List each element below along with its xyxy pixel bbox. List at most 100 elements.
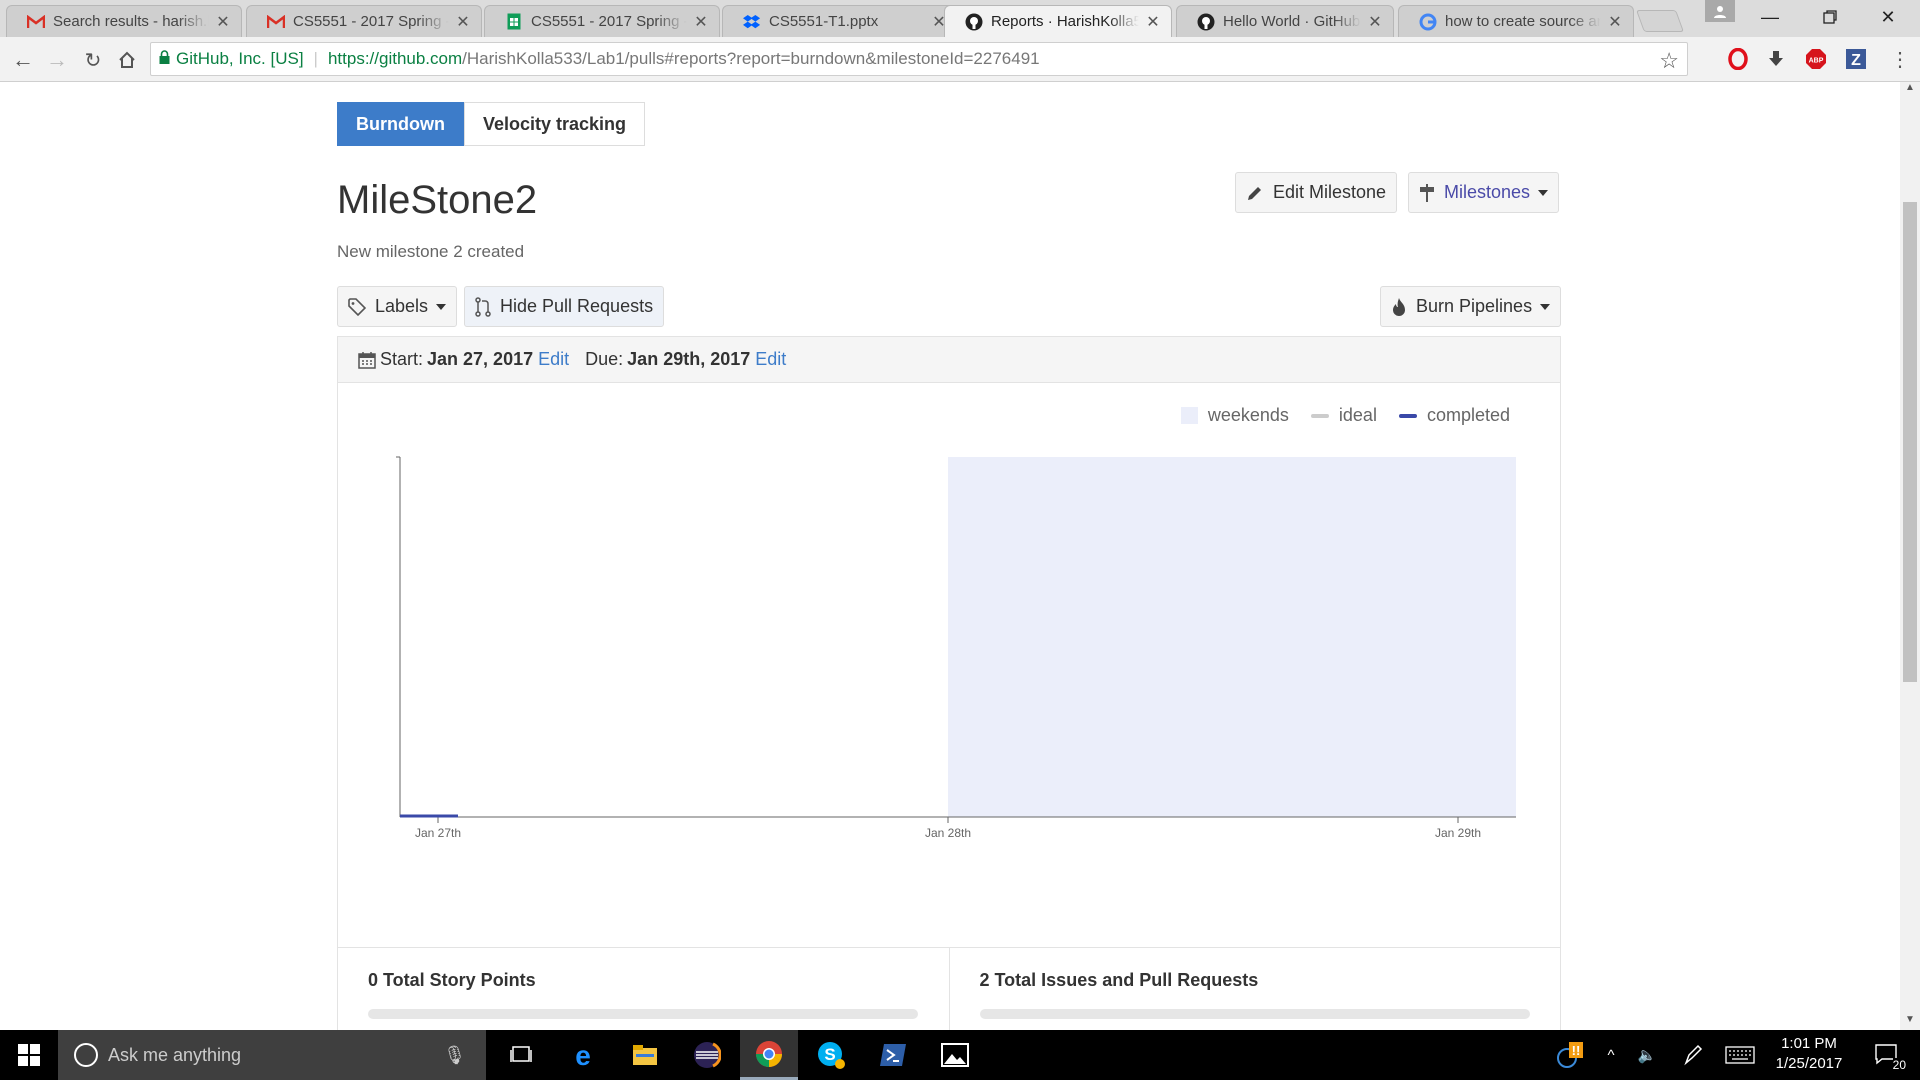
windows-taskbar: Ask me anything 🎙 e S !! ^ 🔈 1:01 PM 1/2… (0, 1030, 1920, 1080)
tab-title: Reports · HarishKolla53 (991, 13, 1139, 30)
burn-pipelines-label: Burn Pipelines (1416, 296, 1533, 316)
close-icon[interactable]: ✕ (1145, 12, 1161, 32)
photos-icon[interactable] (926, 1030, 984, 1080)
windows-start-icon[interactable] (0, 1030, 58, 1080)
zotero-icon[interactable]: Z (1842, 45, 1870, 73)
story-points-bar (368, 1009, 918, 1019)
tab-title: CS5551 - 2017 Spring - (531, 13, 687, 30)
browser-tab[interactable]: CS5551 - 2017 Spring - ✕ (484, 5, 720, 37)
browser-tab[interactable]: CS5551-T1.pptx ✕ (722, 5, 958, 37)
browser-toolbar: ← → ↻ GitHub, Inc. [US] | https://github… (0, 37, 1920, 82)
volume-icon[interactable]: 🔈 (1632, 1030, 1662, 1080)
edit-milestone-button[interactable]: Edit Milestone (1235, 172, 1398, 213)
action-center-icon[interactable]: 20 (1862, 1030, 1912, 1080)
home-icon[interactable] (110, 43, 144, 77)
story-points-total: 0 Total Story Points (368, 970, 536, 990)
skype-icon[interactable]: S (802, 1030, 860, 1080)
menu-icon[interactable]: ⋮ (1886, 45, 1914, 73)
tag-icon (348, 297, 366, 316)
powershell-icon[interactable] (864, 1030, 922, 1080)
edit-milestone-label: Edit Milestone (1273, 182, 1387, 202)
sheets-icon (505, 13, 523, 31)
url-host: https://github.com (327, 49, 463, 68)
reload-icon[interactable]: ↻ (76, 43, 110, 77)
profile-icon[interactable] (1705, 0, 1735, 22)
start-label: Start: (380, 349, 424, 369)
svg-text:e: e (575, 1042, 591, 1068)
back-icon[interactable]: ← (6, 43, 40, 77)
legend-weekends[interactable]: weekends (1180, 405, 1289, 426)
milestone-dates: Start: Jan 27, 2017 Edit Due: Jan 29th, … (338, 337, 1560, 383)
cortana-search-box[interactable]: Ask me anything 🎙 (58, 1030, 486, 1080)
story-points-summary: 0 Total Story Points (338, 948, 949, 1030)
close-window-icon[interactable]: ✕ (1858, 0, 1918, 34)
labels-dropdown[interactable]: Labels (337, 286, 458, 327)
legend-ideal[interactable]: ideal (1310, 405, 1377, 426)
system-clock[interactable]: 1:01 PM 1/25/2017 (1764, 1034, 1854, 1074)
warning-notification-icon[interactable]: !! (1550, 1030, 1590, 1080)
velocity-tracking-tab[interactable]: Velocity tracking (463, 102, 646, 146)
address-bar[interactable]: GitHub, Inc. [US] | https://github.com/H… (150, 42, 1688, 76)
gmail-icon (27, 13, 45, 31)
minimize-icon[interactable]: — (1740, 0, 1800, 34)
page-content: Burndown Velocity tracking MileStone2 Ne… (0, 82, 1900, 1030)
microphone-icon[interactable]: 🎙 (443, 1045, 466, 1066)
start-date: Jan 27, 2017 (427, 349, 534, 369)
legend-completed-label: completed (1426, 405, 1510, 425)
tab-title: CS5551 - 2017 Spring - (293, 13, 449, 30)
caret-down-icon (1538, 189, 1549, 196)
restore-icon[interactable] (1800, 0, 1860, 34)
legend-ideal-label: ideal (1338, 405, 1377, 425)
stats-row: 0 Total Story Points 2 Total Issues and … (338, 947, 1560, 1030)
dropbox-icon (743, 13, 761, 31)
keyboard-icon[interactable] (1722, 1030, 1758, 1080)
milestones-dropdown[interactable]: Milestones (1408, 172, 1560, 213)
scrollbar-thumb[interactable] (1903, 202, 1917, 682)
browser-tab[interactable]: how to create source an ✕ (1398, 5, 1634, 37)
site-identity[interactable]: GitHub, Inc. [US] (176, 49, 304, 69)
close-icon[interactable]: ✕ (1607, 12, 1623, 32)
download-icon[interactable] (1762, 45, 1790, 73)
url-path: /HarishKolla533/Lab1/pulls#reports?repor… (462, 49, 1040, 68)
burndown-tab[interactable]: Burndown (337, 102, 464, 146)
browser-tab[interactable]: Search results - harish.k ✕ (6, 5, 242, 37)
opera-icon[interactable] (1724, 45, 1752, 73)
browser-tab[interactable]: CS5551 - 2017 Spring - ✕ (246, 5, 482, 37)
browser-tab-active[interactable]: Reports · HarishKolla53 ✕ (944, 5, 1172, 37)
scroll-down-icon[interactable]: ▼ (1900, 1014, 1920, 1030)
legend-weekends-label: weekends (1207, 405, 1289, 425)
burndown-chart: Jan 27th Jan 28th Jan 29th (396, 456, 1516, 840)
hide-pull-requests-button[interactable]: Hide Pull Requests (464, 286, 665, 327)
edge-icon[interactable]: e (554, 1030, 612, 1080)
svg-text:S: S (824, 1045, 835, 1064)
close-icon[interactable]: ✕ (215, 12, 231, 32)
edit-due-link[interactable]: Edit (755, 349, 786, 370)
new-tab-button[interactable] (1635, 10, 1685, 32)
close-icon[interactable]: ✕ (1367, 12, 1383, 32)
github-icon (965, 13, 983, 31)
edit-start-link[interactable]: Edit (538, 349, 569, 370)
burn-pipelines-dropdown[interactable]: Burn Pipelines (1380, 286, 1562, 327)
chevron-up-icon[interactable]: ^ (1596, 1030, 1626, 1080)
chrome-icon[interactable] (740, 1030, 798, 1080)
close-icon[interactable]: ✕ (455, 12, 471, 32)
scroll-up-icon[interactable]: ▲ (1900, 82, 1920, 98)
task-view-icon[interactable] (492, 1030, 550, 1080)
pen-icon[interactable] (1676, 1030, 1712, 1080)
vertical-scrollbar[interactable]: ▲ ▼ (1900, 82, 1920, 1030)
close-icon[interactable]: ✕ (693, 12, 709, 32)
notification-count: 20 (1892, 1058, 1906, 1072)
milestone-description: New milestone 2 created (337, 242, 525, 261)
caret-down-icon (1540, 303, 1551, 310)
issues-summary: 2 Total Issues and Pull Requests (948, 948, 1561, 1030)
browser-tab[interactable]: Hello World · GitHub Gi ✕ (1176, 5, 1394, 37)
lock-icon (159, 49, 170, 69)
adblock-icon[interactable]: ABP (1802, 45, 1830, 73)
separator: | (313, 49, 318, 68)
bookmark-star-icon[interactable]: ☆ (1659, 48, 1679, 74)
eclipse-icon[interactable] (678, 1030, 736, 1080)
forward-icon[interactable]: → (40, 43, 74, 77)
legend-completed[interactable]: completed (1398, 405, 1510, 426)
completed-swatch (1398, 413, 1417, 418)
file-explorer-icon[interactable] (616, 1030, 674, 1080)
